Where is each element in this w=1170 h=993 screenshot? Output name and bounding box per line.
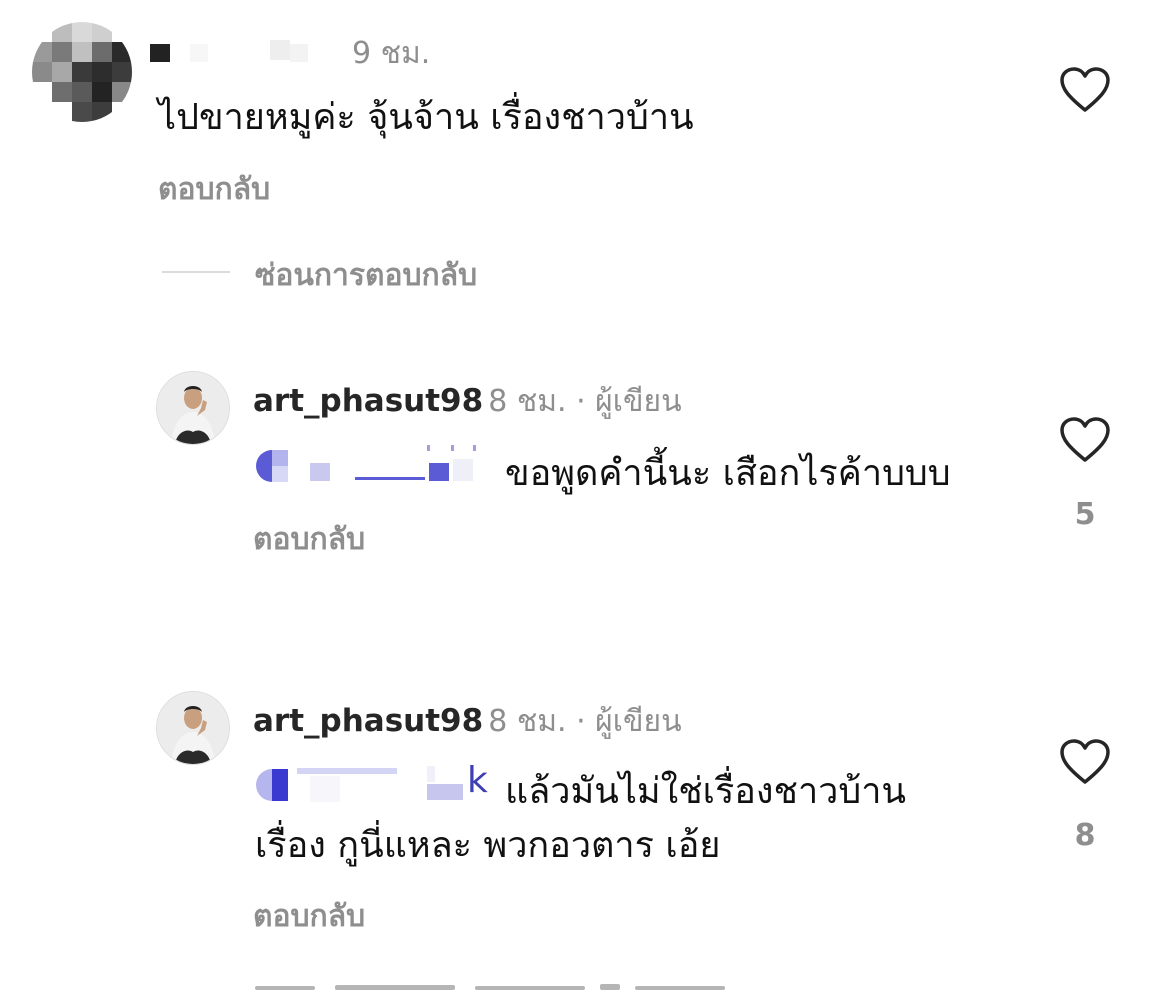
comment-time: 9 ชม. xyxy=(352,36,431,71)
reply-header: art_phasut98 8 ชม. · ผู้เขียน xyxy=(253,698,682,745)
reply-button[interactable]: ตอบกลับ xyxy=(158,166,270,213)
reply-meta: 8 ชม. · ผู้เขียน xyxy=(488,704,682,739)
commenter-avatar-censored[interactable] xyxy=(32,22,132,122)
hide-replies-button[interactable]: ซ่อนการตอบกลับ xyxy=(255,252,477,299)
reply-text-line2: เรื่อง กูนี่แหละ พวกอวตาร เอ้ย xyxy=(255,825,721,866)
reply-button[interactable]: ตอบกลับ xyxy=(253,893,365,940)
mention-tail[interactable]: k xyxy=(467,760,488,801)
reply-text-line1: แล้วมันไม่ใช่เรื่องชาวบ้าน xyxy=(505,771,907,812)
comment-text: ไปขายหมูค่ะ จุ้นจ้าน เรื่องชาวบ้าน xyxy=(158,97,694,138)
like-count[interactable]: 5 xyxy=(1059,497,1111,532)
reply-text: ขอพูดคำนี้นะ เสือกไรค้าบบบ xyxy=(505,453,951,494)
author-avatar[interactable] xyxy=(156,371,230,445)
profile-photo-icon xyxy=(157,372,229,444)
reply-button[interactable]: ตอบกลับ xyxy=(253,516,365,563)
username-link[interactable]: art_phasut98 xyxy=(253,383,483,419)
heart-icon[interactable] xyxy=(1059,738,1111,786)
like-count[interactable]: 8 xyxy=(1059,818,1111,853)
author-avatar[interactable] xyxy=(156,691,230,765)
username-link[interactable]: art_phasut98 xyxy=(253,703,483,739)
censored-mention[interactable]: k xyxy=(255,760,505,806)
censored-mention[interactable] xyxy=(255,445,485,485)
censored-username[interactable] xyxy=(150,40,310,64)
heart-icon[interactable] xyxy=(1059,416,1111,464)
divider-line xyxy=(162,271,230,273)
profile-photo-icon xyxy=(157,692,229,764)
reply-meta: 8 ชม. · ผู้เขียน xyxy=(488,384,682,419)
heart-icon[interactable] xyxy=(1059,66,1111,114)
cropped-next-row[interactable] xyxy=(255,984,735,993)
reply-header: art_phasut98 8 ชม. · ผู้เขียน xyxy=(253,378,682,425)
